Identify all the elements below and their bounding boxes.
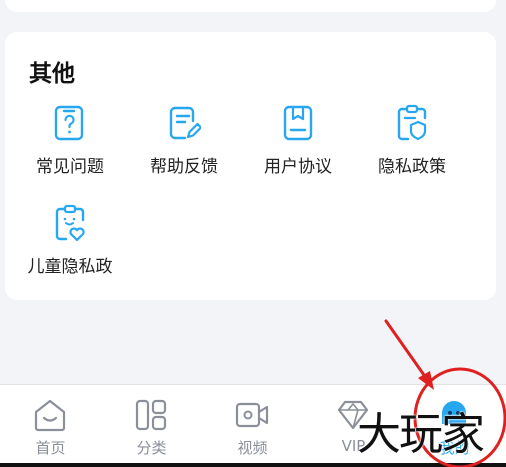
other-section-card: 其他 常见问题 帮助反馈 用户协议 隐私政策 儿童隐私政 bbox=[5, 32, 496, 300]
home-icon bbox=[34, 399, 66, 432]
privacy-label: 隐私政策 bbox=[378, 157, 446, 177]
feedback-icon bbox=[169, 106, 201, 140]
category-icon bbox=[135, 399, 167, 431]
tab-video[interactable]: 视频 bbox=[202, 385, 303, 467]
faq-icon bbox=[54, 105, 84, 141]
agreement-icon bbox=[283, 105, 313, 141]
top-card bbox=[5, 0, 496, 12]
tab-home-label: 首页 bbox=[35, 439, 66, 457]
tab-video-label: 视频 bbox=[237, 439, 268, 457]
child-privacy-item[interactable]: 儿童隐私政 bbox=[13, 204, 127, 290]
video-icon bbox=[235, 402, 269, 428]
tab-home[interactable]: 首页 bbox=[0, 385, 101, 467]
watermark-logo: 大玩家 bbox=[357, 409, 485, 460]
child-privacy-icon bbox=[55, 204, 85, 242]
agreement-label: 用户协议 bbox=[264, 157, 332, 177]
feedback-item[interactable]: 帮助反馈 bbox=[127, 104, 241, 190]
annotation-arrow bbox=[384, 319, 433, 387]
faq-item[interactable]: 常见问题 bbox=[13, 104, 127, 190]
faq-label: 常见问题 bbox=[36, 157, 104, 177]
feedback-label: 帮助反馈 bbox=[150, 157, 218, 177]
privacy-item[interactable]: 隐私政策 bbox=[355, 104, 469, 190]
child-privacy-label: 儿童隐私政 bbox=[27, 257, 113, 277]
section-title: 其他 bbox=[29, 61, 75, 87]
privacy-shield-icon bbox=[397, 104, 427, 141]
tab-category-label: 分类 bbox=[136, 439, 167, 457]
home-indicator-bar bbox=[0, 463, 506, 467]
agreement-item[interactable]: 用户协议 bbox=[241, 104, 355, 190]
tab-category[interactable]: 分类 bbox=[101, 385, 202, 467]
